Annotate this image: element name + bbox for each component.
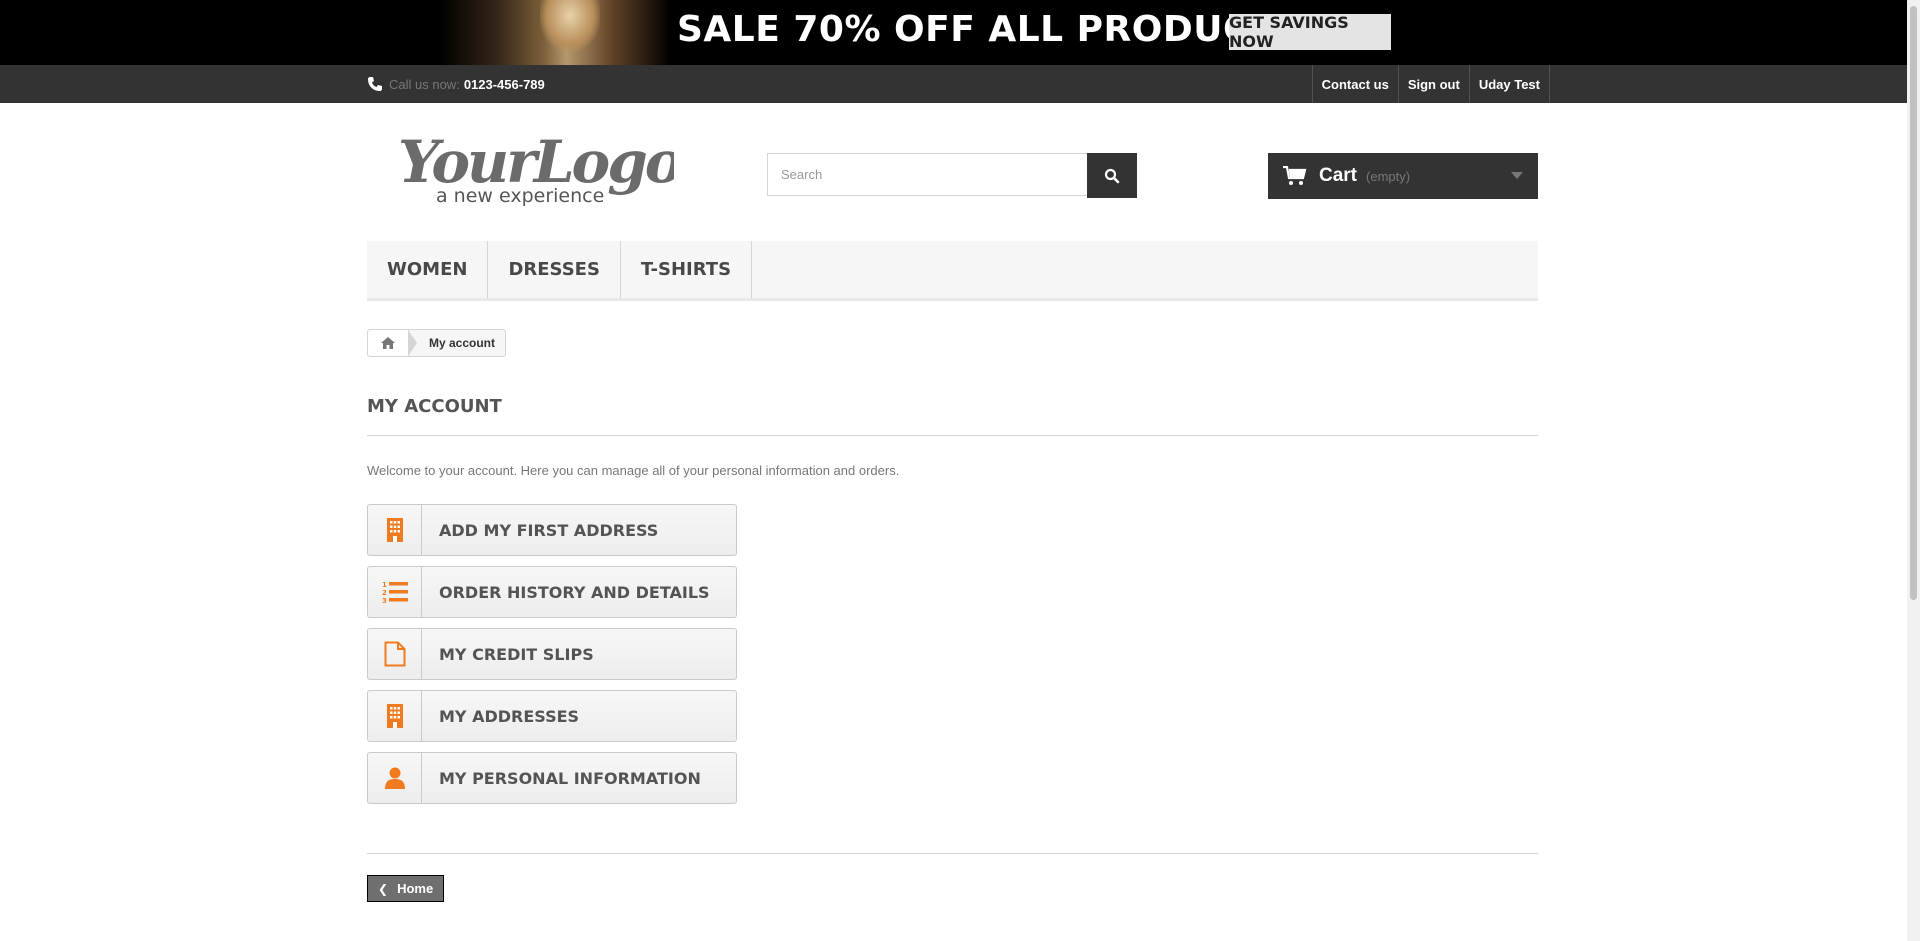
divider xyxy=(367,853,1538,854)
promo-banner[interactable]: SALE 70% OFF ALL PRODUCTS GET SAVINGS NO… xyxy=(0,0,1907,65)
chevron-left-icon: ❮ xyxy=(378,881,389,896)
building-icon xyxy=(368,505,422,555)
button-label: ORDER HISTORY AND DETAILS xyxy=(439,582,710,602)
search-input[interactable] xyxy=(767,153,1087,196)
home-button-label: Home xyxy=(397,881,434,896)
document-icon xyxy=(368,629,422,679)
call-label: Call us now: xyxy=(389,76,460,92)
menu-item-dresses[interactable]: DRESSES xyxy=(488,241,621,298)
home-button[interactable]: ❮ Home xyxy=(367,875,445,902)
button-label: MY PERSONAL INFORMATION xyxy=(439,768,701,788)
search-form xyxy=(767,153,1137,198)
sign-out-link[interactable]: Sign out xyxy=(1397,65,1469,103)
scrollbar[interactable] xyxy=(1907,0,1920,941)
svg-text:3: 3 xyxy=(382,597,387,604)
banner-sale-text: SALE 70% OFF ALL PRODUCTS xyxy=(677,9,1302,50)
breadcrumb-current: My account xyxy=(429,336,496,350)
user-nav: Contact us Sign out Uday Test xyxy=(1311,65,1550,103)
phone-icon xyxy=(368,77,382,91)
my-addresses-button[interactable]: MY ADDRESSES xyxy=(367,690,737,742)
home-icon xyxy=(381,337,395,349)
breadcrumb-separator xyxy=(408,330,417,356)
button-label: ADD MY FIRST ADDRESS xyxy=(439,520,659,540)
add-first-address-button[interactable]: ADD MY FIRST ADDRESS xyxy=(367,504,737,556)
scrollbar-thumb[interactable] xyxy=(1910,6,1917,600)
page-title: MY ACCOUNT xyxy=(367,396,1538,436)
svg-text:2: 2 xyxy=(382,589,387,597)
search-icon xyxy=(1104,168,1120,183)
chevron-down-icon xyxy=(1511,172,1523,179)
account-name-link[interactable]: Uday Test xyxy=(1468,65,1550,103)
get-savings-button[interactable]: GET SAVINGS NOW xyxy=(1229,13,1391,51)
cart-status: (empty) xyxy=(1366,168,1411,184)
breadcrumb-home[interactable] xyxy=(368,330,409,356)
cart-button[interactable]: Cart (empty) xyxy=(1268,153,1538,199)
main-menu: WOMEN DRESSES T-SHIRTS xyxy=(367,241,1538,301)
svg-text:1: 1 xyxy=(382,581,387,589)
ordered-list-icon: 1 2 3 xyxy=(368,567,422,617)
user-icon xyxy=(368,753,422,803)
order-history-button[interactable]: 1 2 3 ORDER HISTORY AND DETAILS xyxy=(367,566,737,618)
building-icon xyxy=(368,691,422,741)
search-button[interactable] xyxy=(1087,153,1137,198)
menu-item-t-shirts[interactable]: T-SHIRTS xyxy=(621,241,753,298)
phone-contact: Call us now: 0123-456-789 xyxy=(367,74,545,94)
logo-tagline: a new experience xyxy=(436,185,604,207)
store-logo[interactable]: YourLogo a new experience xyxy=(394,124,674,210)
account-info-text: Welcome to your account. Here you can ma… xyxy=(367,463,900,478)
personal-information-button[interactable]: MY PERSONAL INFORMATION xyxy=(367,752,737,804)
shopping-cart-icon xyxy=(1283,166,1307,185)
contact-us-link[interactable]: Contact us xyxy=(1311,65,1398,103)
breadcrumb: My account xyxy=(367,329,507,357)
account-links: ADD MY FIRST ADDRESS 1 2 3 ORDER HISTORY… xyxy=(367,504,737,814)
phone-number: 0123-456-789 xyxy=(463,76,545,92)
button-label: MY ADDRESSES xyxy=(439,706,580,726)
button-label: MY CREDIT SLIPS xyxy=(439,644,594,664)
menu-item-women[interactable]: WOMEN xyxy=(367,241,489,298)
credit-slips-button[interactable]: MY CREDIT SLIPS xyxy=(367,628,737,680)
top-nav-bar xyxy=(0,65,1907,103)
cart-label: Cart xyxy=(1319,165,1358,186)
